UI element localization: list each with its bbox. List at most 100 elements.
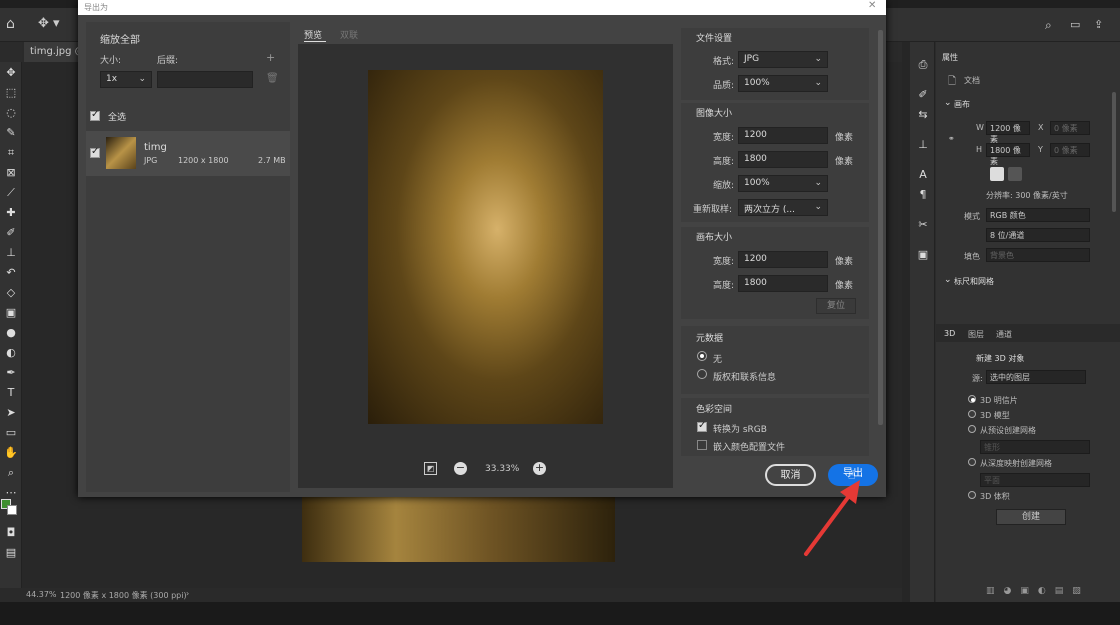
file-checkbox[interactable] — [90, 146, 100, 158]
shape-icon[interactable]: ▭ — [2, 424, 20, 442]
canvas-height-input[interactable]: 1800 — [738, 275, 828, 292]
hand-icon[interactable]: ✋ — [2, 444, 20, 462]
option-preset-mesh[interactable]: 从预设创建网格 — [980, 425, 1036, 436]
radio-postcard[interactable] — [968, 395, 976, 403]
option-postcard[interactable]: 3D 明信片 — [980, 395, 1018, 406]
tool-presets-icon[interactable]: ✂ — [914, 216, 932, 234]
search-icon[interactable]: ⌕ — [1045, 18, 1052, 33]
reset-button[interactable]: 复位 — [816, 298, 856, 314]
gradient-icon[interactable]: ▣ — [2, 304, 20, 322]
metadata-copyright-radio[interactable] — [697, 369, 707, 379]
depth-select[interactable]: 8 位/通道 — [986, 228, 1090, 242]
fit-icon[interactable]: ◩ — [424, 462, 437, 475]
home-icon[interactable]: ⌂ — [6, 16, 15, 32]
quick-mask-icon[interactable]: ◘ — [2, 524, 20, 542]
props-scrollbar[interactable] — [1112, 92, 1116, 212]
properties-tab[interactable]: 属性 — [942, 52, 958, 63]
mode-select[interactable]: RGB 颜色 — [986, 208, 1090, 222]
tab-channels[interactable]: 通道 — [996, 329, 1012, 340]
scale-select[interactable]: 100% ⌄ — [738, 175, 828, 192]
canvas-width-input[interactable]: 1200 — [738, 251, 828, 268]
share-icon[interactable]: ⇪ — [1094, 18, 1103, 31]
create-button[interactable]: 创建 — [996, 509, 1066, 525]
image-width-input[interactable]: 1200 — [738, 127, 828, 144]
background-color-swatch[interactable] — [7, 505, 17, 515]
metadata-copyright-label[interactable]: 版权和联系信息 — [713, 370, 776, 383]
status-zoom[interactable]: 44.37% — [26, 590, 57, 599]
link-icon[interactable]: ⚭ — [948, 134, 955, 143]
dialog-scrollbar[interactable] — [878, 30, 883, 425]
eraser-icon[interactable]: ◇ — [2, 284, 20, 302]
brush-settings-icon[interactable]: ✐ — [914, 86, 932, 104]
radio-model[interactable] — [968, 410, 976, 418]
y-field[interactable]: 0 像素 — [1050, 143, 1090, 157]
dodge-icon[interactable]: ◐ — [2, 344, 20, 362]
landscape-icon[interactable] — [1008, 167, 1022, 181]
brush-icon[interactable]: ✐ — [2, 224, 20, 242]
chevron-right-icon[interactable]: › — [186, 589, 189, 598]
crop-icon[interactable]: ⌗ — [2, 144, 20, 162]
metadata-none-radio[interactable] — [697, 351, 707, 361]
fill-select[interactable]: 背景色 — [986, 248, 1090, 262]
quick-select-icon[interactable]: ✎ — [2, 124, 20, 142]
source-select[interactable]: 选中的图层 — [986, 370, 1086, 384]
resample-select[interactable]: 两次立方 (... ⌄ — [738, 199, 828, 216]
tab-preview[interactable]: 预览 — [304, 28, 322, 41]
format-select[interactable]: JPG ⌄ — [738, 51, 828, 68]
size-select[interactable]: 1x ⌄ — [100, 71, 152, 88]
workspace-icon[interactable]: ▭ — [1070, 18, 1080, 31]
tab-layers[interactable]: 图层 — [968, 329, 984, 340]
panel3d-footer-icons[interactable]: ▥◕▣◐▤▨ — [986, 586, 1090, 596]
history-brush-icon[interactable]: ↶ — [2, 264, 20, 282]
pen-icon[interactable]: ✒ — [2, 364, 20, 382]
blur-icon[interactable]: ● — [2, 324, 20, 342]
clone-source-icon[interactable]: ⊥ — [914, 136, 932, 154]
move-icon[interactable]: ✥ — [2, 64, 20, 82]
portrait-icon[interactable] — [990, 167, 1004, 181]
lasso-icon[interactable]: ◌ — [2, 104, 20, 122]
eyedropper-icon[interactable]: ⟋ — [2, 184, 20, 202]
embed-profile-label[interactable]: 嵌入颜色配置文件 — [713, 440, 785, 453]
srgb-checkbox[interactable] — [697, 420, 707, 432]
libraries-icon[interactable]: ▣ — [914, 246, 932, 264]
zoom-icon[interactable]: ⌕ — [2, 464, 20, 482]
path-select-icon[interactable]: ➤ — [2, 404, 20, 422]
select-all-label[interactable]: 全选 — [108, 110, 126, 123]
option-model[interactable]: 3D 模型 — [980, 410, 1010, 421]
image-height-input[interactable]: 1800 — [738, 151, 828, 168]
history-icon[interactable]: ⎙ — [914, 56, 932, 74]
option-depth-map[interactable]: 从深度映射创建网格 — [980, 458, 1052, 469]
x-field[interactable]: 0 像素 — [1050, 121, 1090, 135]
metadata-none-label[interactable]: 无 — [713, 352, 722, 365]
chevron-down-icon[interactable]: ⌄ — [944, 98, 952, 108]
embed-profile-checkbox[interactable] — [697, 440, 707, 450]
add-icon[interactable]: + — [266, 51, 275, 64]
close-icon[interactable]: ✕ — [868, 0, 876, 11]
srgb-label[interactable]: 转换为 sRGB — [713, 422, 767, 435]
move-tool-icon[interactable]: ✥ ▾ — [38, 16, 60, 31]
frame-icon[interactable]: ⊠ — [2, 164, 20, 182]
suffix-input[interactable] — [157, 71, 253, 88]
tab-compare[interactable]: 双联 — [340, 28, 358, 41]
option-volume[interactable]: 3D 体积 — [980, 491, 1010, 502]
character-icon[interactable]: A — [914, 166, 932, 184]
select-all-checkbox[interactable] — [90, 109, 100, 121]
zoom-in-icon[interactable]: + — [533, 462, 546, 475]
stamp-icon[interactable]: ⊥ — [2, 244, 20, 262]
tab-3d[interactable]: 3D — [944, 329, 955, 338]
screen-mode-icon[interactable]: ▤ — [2, 544, 20, 562]
quality-select[interactable]: 100% ⌄ — [738, 75, 828, 92]
height-field[interactable]: 1800 像素 — [986, 143, 1030, 166]
depth-map-select[interactable]: 平面 — [980, 473, 1090, 487]
zoom-out-icon[interactable]: − — [454, 462, 467, 475]
radio-volume[interactable] — [968, 491, 976, 499]
width-field[interactable]: 1200 像素 — [986, 121, 1030, 144]
type-icon[interactable]: T — [2, 384, 20, 402]
radio-depth-map[interactable] — [968, 458, 976, 466]
paragraph-icon[interactable]: ¶ — [914, 186, 932, 204]
radio-preset-mesh[interactable] — [968, 425, 976, 433]
preset-select[interactable]: 锥形 — [980, 440, 1090, 454]
marquee-icon[interactable]: ⬚ — [2, 84, 20, 102]
healing-icon[interactable]: ✚ — [2, 204, 20, 222]
chevron-down-icon[interactable]: ⌄ — [944, 275, 952, 285]
